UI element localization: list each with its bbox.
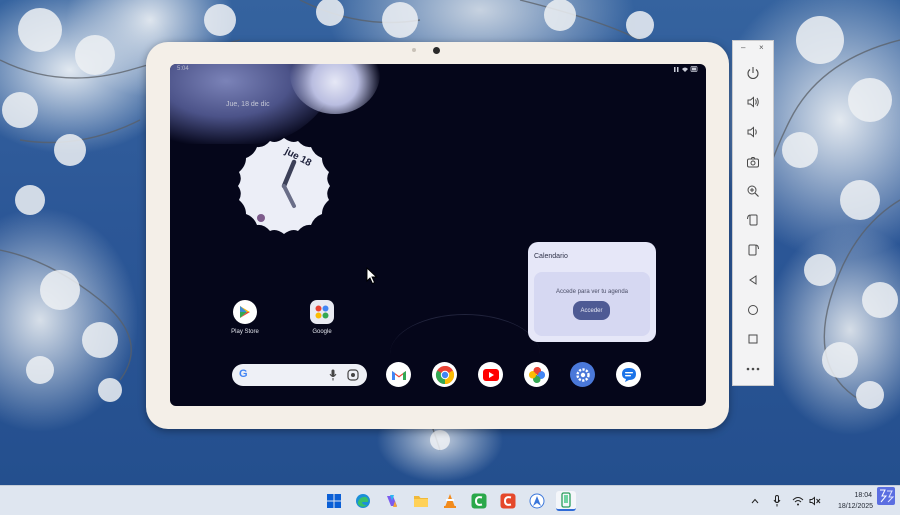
clock-second-dot [257, 214, 265, 222]
calendar-message: Accede para ver tu agenda [555, 289, 629, 295]
emulator-icon[interactable] [556, 491, 576, 511]
android-home-screen[interactable]: 5:04 Jue, 18 de dic jue 18 Play Store Go… [170, 64, 706, 406]
home-icon[interactable] [744, 301, 762, 319]
tablet-device-frame: 5:04 Jue, 18 de dic jue 18 Play Store Go… [146, 42, 729, 429]
copilot-icon[interactable] [382, 491, 402, 511]
zoom-icon[interactable] [744, 182, 762, 200]
rotate-left-icon[interactable] [744, 211, 762, 229]
calendar-sign-in-button[interactable]: Acceder [573, 301, 610, 320]
taskbar-clock[interactable]: 18:04 18/12/2025 [838, 490, 874, 512]
camera-icon[interactable] [744, 153, 762, 171]
voice-search-icon[interactable] [329, 369, 337, 381]
google-logo-icon: G [239, 368, 248, 380]
camtasia-icon[interactable] [469, 491, 489, 511]
notification-icon[interactable] [877, 487, 895, 505]
calendar-body: Accede para ver tu agenda Acceder [534, 272, 650, 336]
signal-wifi-battery-icon [674, 66, 698, 72]
file-explorer-icon[interactable] [411, 491, 431, 511]
google-folder-icon [310, 300, 334, 324]
volume-down-icon[interactable] [744, 123, 762, 141]
gmail-icon[interactable] [386, 362, 411, 387]
windows-start-icon[interactable] [324, 491, 344, 511]
status-bar[interactable]: 5:04 [170, 64, 706, 76]
vlc-icon[interactable] [440, 491, 460, 511]
edge-icon[interactable] [353, 491, 373, 511]
app-google-folder[interactable]: Google [297, 300, 347, 335]
minimize-button[interactable]: – [741, 43, 745, 52]
home-date[interactable]: Jue, 18 de dic [226, 101, 270, 108]
power-icon[interactable] [744, 64, 762, 82]
youtube-icon[interactable] [478, 362, 503, 387]
camtasia-recorder-icon[interactable] [498, 491, 518, 511]
wallpaper-wave [390, 314, 540, 394]
chevron-up-icon[interactable] [750, 494, 760, 508]
close-button[interactable]: × [759, 43, 764, 52]
photos-icon[interactable] [524, 362, 549, 387]
chrome-icon[interactable] [432, 362, 457, 387]
toolbar-title-bar: – × [733, 41, 773, 59]
rotate-right-icon[interactable] [744, 241, 762, 259]
more-icon[interactable] [744, 360, 762, 378]
calendar-title: Calendario [534, 253, 568, 260]
windows-taskbar: 18:04 18/12/2025 [0, 485, 900, 515]
status-time: 5:04 [177, 66, 189, 72]
wifi-icon[interactable] [791, 494, 805, 508]
studio-icon[interactable] [527, 491, 547, 511]
taskbar-date: 18/12/2025 [838, 503, 874, 510]
status-icons [674, 65, 698, 75]
messages-icon[interactable] [616, 362, 641, 387]
front-camera [433, 47, 440, 54]
taskbar-time: 18:04 [854, 492, 872, 499]
app-label: Play Store [231, 329, 259, 335]
app-play-store[interactable]: Play Store [220, 300, 270, 335]
emulator-toolbar: – × [732, 40, 774, 386]
app-label: Google [312, 329, 332, 335]
microphone-icon[interactable] [772, 494, 782, 508]
mouse-cursor-icon [366, 267, 378, 285]
google-search-bar[interactable]: G [232, 364, 367, 386]
back-icon[interactable] [744, 271, 762, 289]
sensor-dot [412, 48, 416, 52]
speaker-muted-icon[interactable] [808, 494, 822, 508]
volume-up-icon[interactable] [744, 93, 762, 111]
calendar-widget[interactable]: Calendario Accede para ver tu agenda Acc… [528, 242, 656, 342]
google-lens-icon[interactable] [347, 369, 359, 381]
play-store-icon [233, 300, 257, 324]
settings-icon[interactable] [570, 362, 595, 387]
overview-icon[interactable] [744, 330, 762, 348]
